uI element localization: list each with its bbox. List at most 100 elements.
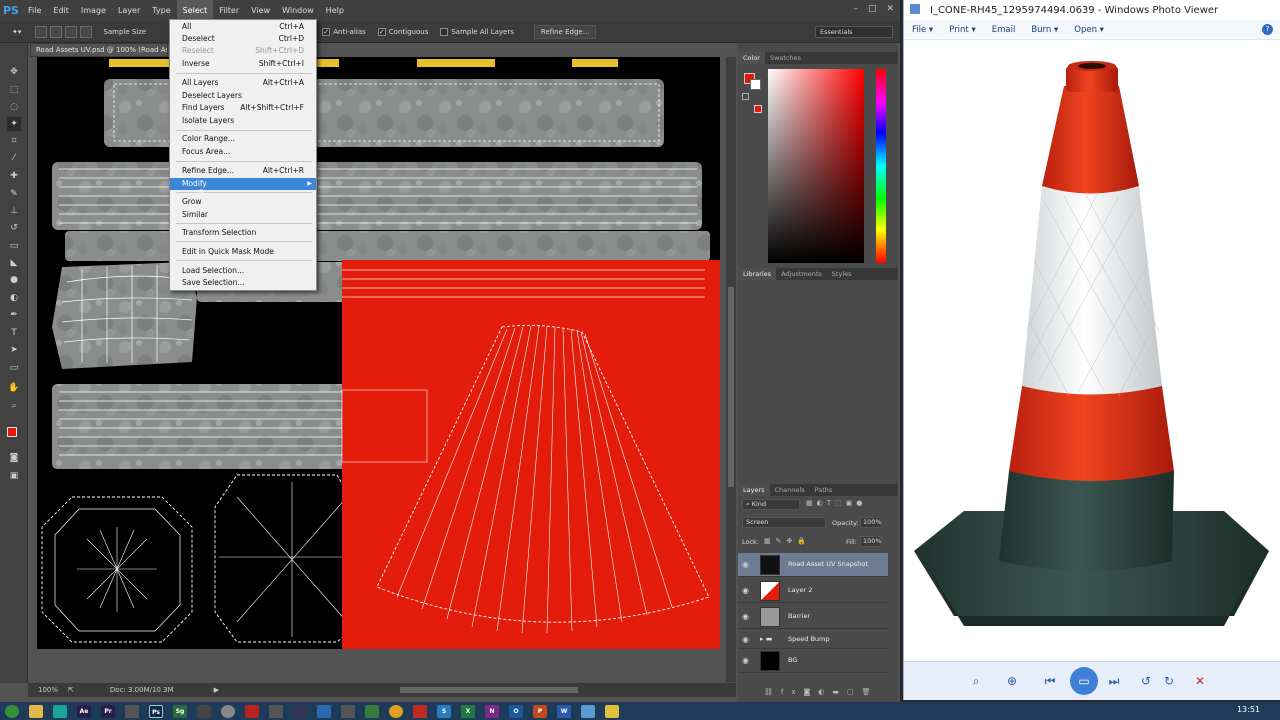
onenote-icon[interactable]: N [485,704,499,718]
app-icon[interactable] [53,704,67,718]
menu-window[interactable]: Window [276,0,320,21]
menu-layer[interactable]: Layer [112,0,146,21]
menu-select[interactable]: Select [176,0,214,21]
layer-group-row[interactable]: ◉ ▸ ▬ Speed Bump [738,631,888,649]
subtract-selection-icon[interactable] [65,25,78,38]
refine-edge-button[interactable]: Refine Edge... [533,24,597,39]
tab-paths[interactable]: Paths [810,484,838,496]
word-icon[interactable]: W [557,704,571,718]
scrollbar-thumb[interactable] [728,287,734,487]
blur-tool-icon[interactable]: ● [7,273,21,287]
document-tab[interactable]: Road Assets UV.psd @ 100% (Road Assets [30,43,168,57]
menu-item-modify[interactable]: Modify ▶ [170,178,316,190]
layer-row[interactable]: ◉ Barrier [738,605,888,629]
pv-menu-open[interactable]: Open ▾ [1066,25,1112,35]
zoom-icon[interactable]: ⌕ [966,671,986,691]
history-brush-icon[interactable]: ↺ [7,221,21,235]
help-icon[interactable]: ? [1262,24,1273,35]
zoom-level[interactable]: 100% [38,686,58,694]
default-colors-icon[interactable] [742,93,749,100]
menu-view[interactable]: View [245,0,276,21]
menu-item-refine-edge[interactable]: Refine Edge... Alt+Ctrl+R [170,165,316,177]
menu-item-find-layers[interactable]: Find Layers Alt+Shift+Ctrl+F [170,102,316,114]
shape-tool-icon[interactable]: ▭ [7,361,21,375]
tab-channels[interactable]: Channels [770,484,810,496]
tab-layers[interactable]: Layers [738,484,770,496]
app-icon[interactable] [605,704,619,718]
layer-row[interactable]: ◉ Road Asset UV Snapshot [738,553,888,577]
eye-icon[interactable]: ◉ [742,635,752,645]
menu-item-all-layers[interactable]: All Layers Alt+Ctrl+A [170,77,316,89]
status-arrow-icon[interactable]: ▶ [214,686,219,694]
next-icon[interactable]: ⏭ [1104,671,1124,691]
anti-alias-checkbox[interactable]: ✓ [322,27,331,36]
opacity-input[interactable]: 100% [860,517,882,528]
move-tool-icon[interactable]: ✥ [7,65,21,79]
excel-icon[interactable]: X [461,704,475,718]
marquee-tool-icon[interactable]: ⬚ [7,83,21,97]
healing-tool-icon[interactable]: ✚ [7,169,21,183]
type-tool-icon[interactable]: T [7,326,21,340]
tab-libraries[interactable]: Libraries [738,268,777,280]
dodge-tool-icon[interactable]: ◐ [7,291,21,305]
layer-row[interactable]: ◉ Layer 2 [738,579,888,603]
lasso-tool-icon[interactable]: ◌ [7,100,21,114]
stamp-tool-icon[interactable]: ⊥ [7,204,21,218]
screen-mode-icon[interactable]: ▣ [7,469,21,483]
fill-input[interactable]: 100% [860,536,882,547]
eye-icon[interactable]: ◉ [742,612,752,622]
menu-help[interactable]: Help [320,0,350,21]
menu-image[interactable]: Image [75,0,112,21]
anti-alias-option[interactable]: ✓ Anti-alias [322,27,366,36]
app-icon[interactable] [245,704,259,718]
pen-tool-icon[interactable]: ✒ [7,308,21,322]
actual-size-icon[interactable]: ⊕ [1002,671,1022,691]
layer-actions-icons[interactable]: ⛓fx◙◐▬▢🗑 [764,688,879,696]
menu-item-similar[interactable]: Similar [170,209,316,221]
sample-all-layers-option[interactable]: Sample All Layers [440,27,514,36]
app-icon[interactable] [221,704,235,718]
menu-item-transform-selection[interactable]: Transform Selection [170,227,316,239]
menu-item-isolate-layers[interactable]: Isolate Layers [170,115,316,127]
start-button-icon[interactable] [5,704,19,718]
skype-icon[interactable]: S [437,704,451,718]
pv-menu-burn[interactable]: Burn ▾ [1023,25,1066,35]
eyedropper-tool-icon[interactable]: ⁄ [7,151,21,165]
workspace-switcher[interactable]: Essentials [815,26,893,38]
menu-edit[interactable]: Edit [47,0,75,21]
folder-icon[interactable]: ▸ ▬ [760,635,772,643]
color-panel-background-swatch[interactable] [750,79,761,90]
add-selection-icon[interactable] [50,25,63,38]
close-icon[interactable]: ✕ [886,4,894,14]
hand-tool-icon[interactable]: ✋ [7,381,21,395]
tab-adjustments[interactable]: Adjustments [776,268,827,280]
outlook-icon[interactable]: O [509,704,523,718]
sample-size-label[interactable]: Sample Size [103,28,146,36]
tab-color[interactable]: Color [738,52,765,64]
menu-type[interactable]: Type [146,0,176,21]
menu-item-color-range[interactable]: Color Range... [170,133,316,145]
speedgrade-icon[interactable]: Sg [173,704,187,718]
sample-all-layers-checkbox[interactable] [440,27,449,36]
minimize-icon[interactable]: – [853,4,858,14]
after-effects-icon[interactable]: Ae [77,704,91,718]
powerpoint-icon[interactable]: P [533,704,547,718]
layer-kind-filter[interactable]: ⌕ Kind [742,499,800,510]
rotate-right-icon[interactable]: ↻ [1159,671,1179,691]
previous-icon[interactable]: ⏮ [1040,671,1060,691]
slideshow-icon[interactable]: ▭ [1070,667,1098,695]
app-icon[interactable] [197,704,211,718]
file-explorer-icon[interactable] [29,704,43,718]
magic-wand-tool-icon[interactable]: ✦ [7,117,21,131]
eye-icon[interactable]: ◉ [742,586,752,596]
export-icon[interactable]: ⇱ [68,686,74,694]
contiguous-option[interactable]: ✓ Contiguous [377,27,428,36]
premiere-icon[interactable]: Pr [101,704,115,718]
rotate-left-icon[interactable]: ↺ [1136,671,1156,691]
taskbar-clock[interactable]: 13:51 [1237,705,1260,714]
brush-tool-icon[interactable]: ✎ [7,187,21,201]
menu-item-deselect-layers[interactable]: Deselect Layers [170,90,316,102]
app-icon[interactable] [293,704,307,718]
menu-file[interactable]: File [22,0,47,21]
menu-item-load-selection[interactable]: Load Selection... [170,265,316,277]
